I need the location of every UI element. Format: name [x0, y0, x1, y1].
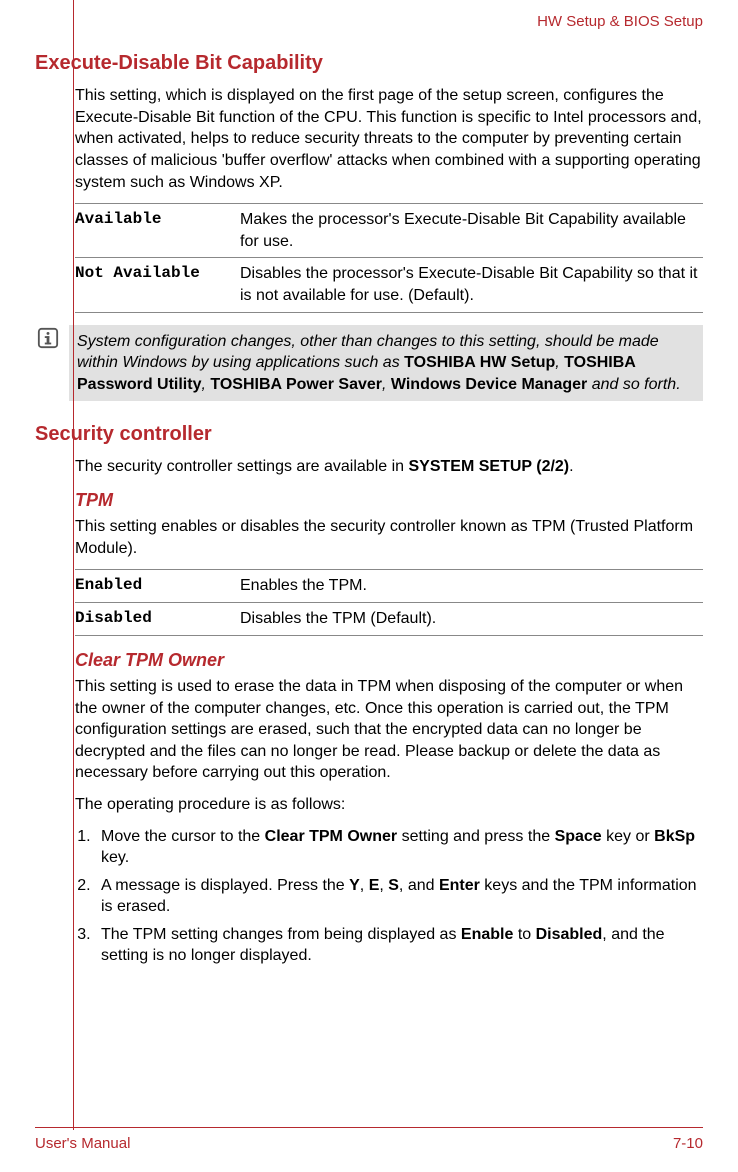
footer-left: User's Manual — [35, 1134, 130, 1154]
security-intro: The security controller settings are ava… — [75, 456, 703, 478]
heading-tpm: TPM — [75, 488, 703, 512]
text-bold: Space — [555, 828, 602, 845]
setting-desc: Makes the processor's Execute-Disable Bi… — [240, 204, 703, 258]
text-bold: Clear TPM Owner — [265, 828, 397, 845]
table-row: Enabled Enables the TPM. — [75, 570, 703, 603]
text: . — [569, 458, 573, 475]
setting-desc: Disables the TPM (Default). — [240, 603, 703, 636]
info-note: System configuration changes, other than… — [35, 325, 703, 402]
text: , — [360, 877, 369, 894]
page-footer: User's Manual 7-10 — [35, 1127, 703, 1154]
clear-tpm-p1: This setting is used to erase the data i… — [75, 676, 703, 784]
text-bold: Enable — [461, 926, 513, 943]
table-row: Not Available Disables the processor's E… — [75, 258, 703, 312]
note-bold: TOSHIBA HW Setup — [404, 354, 555, 371]
heading-execute-disable: Execute-Disable Bit Capability — [35, 50, 703, 77]
heading-security-controller: Security controller — [35, 421, 703, 448]
text: , and — [399, 877, 439, 894]
note-text: , — [382, 376, 391, 393]
info-text: System configuration changes, other than… — [69, 325, 703, 402]
security-block: The security controller settings are ava… — [75, 456, 703, 967]
heading-clear-tpm: Clear TPM Owner — [75, 648, 703, 672]
text: A message is displayed. Press the — [101, 877, 349, 894]
text: The security controller settings are ava… — [75, 458, 409, 475]
setting-key: Disabled — [75, 603, 240, 636]
exec-block: This setting, which is displayed on the … — [75, 85, 703, 312]
setting-desc: Disables the processor's Execute-Disable… — [240, 258, 703, 312]
text-bold: Disabled — [536, 926, 603, 943]
procedure-list: Move the cursor to the Clear TPM Owner s… — [95, 826, 703, 968]
text-bold: Enter — [439, 877, 480, 894]
note-bold: Windows Device Manager — [391, 376, 587, 393]
text-bold: BkSp — [654, 828, 695, 845]
list-item: A message is displayed. Press the Y, E , … — [95, 875, 703, 918]
note-bold: TOSHIBA Power Saver — [210, 376, 382, 393]
list-item: Move the cursor to the Clear TPM Owner s… — [95, 826, 703, 869]
margin-rule — [73, 0, 74, 1130]
text: key. — [101, 849, 129, 866]
setting-desc: Enables the TPM. — [240, 570, 703, 603]
text: , — [379, 877, 388, 894]
text-bold: Y — [349, 877, 360, 894]
text-bold: E — [369, 877, 380, 894]
text: setting and press the — [397, 828, 554, 845]
setting-key: Not Available — [75, 258, 240, 312]
note-text: , — [555, 354, 564, 371]
footer-right: 7-10 — [673, 1134, 703, 1154]
table-row: Disabled Disables the TPM (Default). — [75, 603, 703, 636]
clear-tpm-p2: The operating procedure is as follows: — [75, 794, 703, 816]
text: Move the cursor to the — [101, 828, 265, 845]
tpm-settings-table: Enabled Enables the TPM. Disabled Disabl… — [75, 569, 703, 635]
tpm-intro: This setting enables or disables the sec… — [75, 516, 703, 559]
table-row: Available Makes the processor's Execute-… — [75, 204, 703, 258]
text-bold: S — [388, 877, 399, 894]
text: The TPM setting changes from being displ… — [101, 926, 461, 943]
info-icon — [37, 327, 59, 349]
exec-intro: This setting, which is displayed on the … — [75, 85, 703, 193]
text: key or — [602, 828, 654, 845]
exec-settings-table: Available Makes the processor's Execute-… — [75, 203, 703, 312]
setting-key: Available — [75, 204, 240, 258]
text: to — [513, 926, 535, 943]
section-header: HW Setup & BIOS Setup — [35, 12, 703, 32]
page-body: HW Setup & BIOS Setup Execute-Disable Bi… — [0, 0, 738, 967]
text-bold: SYSTEM SETUP (2/2) — [409, 458, 570, 475]
note-text: and so forth. — [587, 376, 680, 393]
setting-key: Enabled — [75, 570, 240, 603]
list-item: The TPM setting changes from being displ… — [95, 924, 703, 967]
